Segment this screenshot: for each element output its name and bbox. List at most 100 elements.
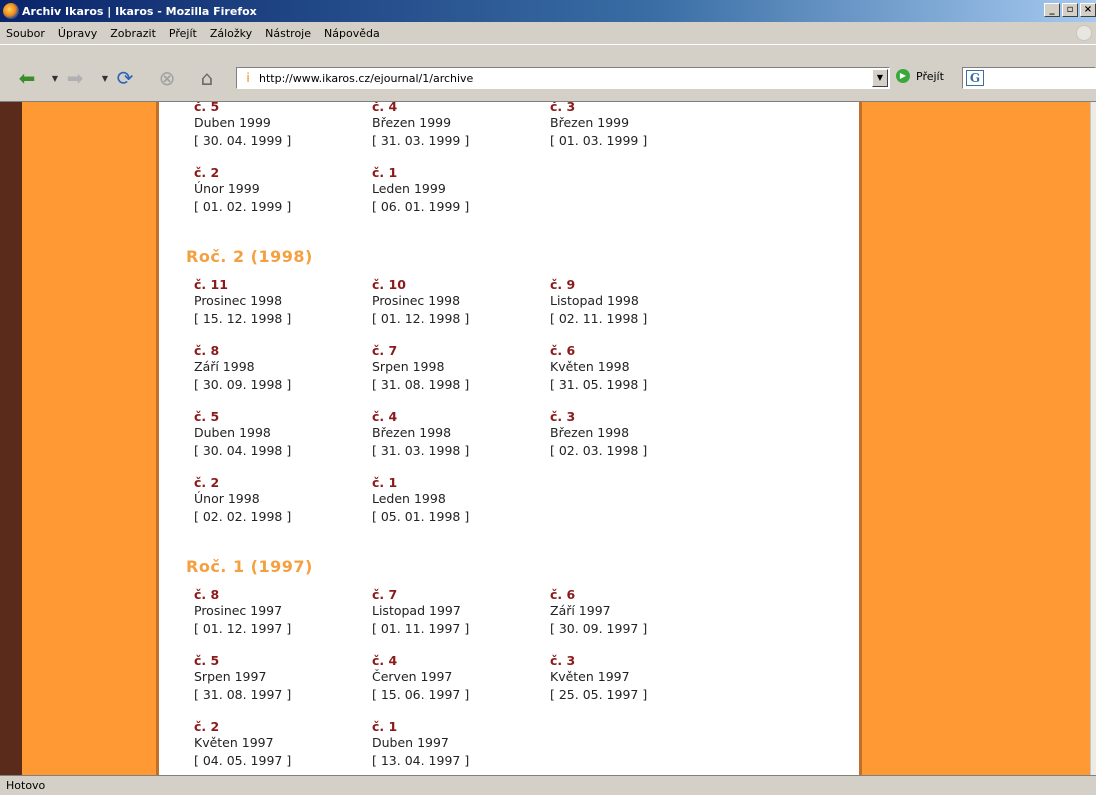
back-arrow-icon[interactable]: ⬅ [14,65,40,91]
issue-entry: č. 8 Září 1998 [ 30. 09. 1998 ] [194,344,291,394]
close-button[interactable]: × [1080,3,1096,17]
left-border [0,102,22,775]
google-search-icon[interactable]: G [966,70,984,86]
issue-month: Červen 1997 [372,669,453,684]
issue-entry: č. 5 Duben 1999 [ 30. 04. 1999 ] [194,102,291,150]
issue-entry: č. 3 Květen 1997 [ 25. 05. 1997 ] [550,654,647,704]
issue-entry: č. 4 Březen 1998 [ 31. 03. 1998 ] [372,410,469,460]
go-button[interactable]: ▶ Přejít [896,69,944,83]
issue-month: Květen 1997 [194,735,274,750]
stop-icon[interactable]: ⊗ [154,65,180,91]
status-bar: Hotovo [0,775,1096,795]
issue-link[interactable]: č. 3 [550,654,647,668]
issue-date: [ 13. 04. 1997 ] [372,753,470,768]
issue-date: [ 31. 03. 1998 ] [372,443,470,458]
search-box[interactable]: G [962,67,1096,89]
maximize-button[interactable]: ▫ [1062,3,1078,17]
issue-link[interactable]: č. 4 [372,102,469,114]
window-title: Archiv Ikaros | Ikaros - Mozilla Firefox [22,4,257,18]
issue-link[interactable]: č. 5 [194,102,291,114]
issue-entry: č. 2 Únor 1998 [ 02. 02. 1998 ] [194,476,291,526]
issue-link[interactable]: č. 8 [194,344,291,358]
menu-soubor[interactable]: Soubor [6,27,45,40]
issue-entry: č. 10 Prosinec 1998 [ 01. 12. 1998 ] [372,278,469,328]
issue-link[interactable]: č. 1 [372,720,469,734]
issue-link[interactable]: č. 2 [194,476,291,490]
issue-month: Březen 1999 [550,115,630,130]
issue-entry: č. 1 Leden 1998 [ 05. 01. 1998 ] [372,476,469,526]
issue-link[interactable]: č. 1 [372,476,469,490]
issue-date: [ 30. 04. 1999 ] [194,133,292,148]
menu-zalozky[interactable]: Záložky [210,27,252,40]
issue-link[interactable]: č. 5 [194,654,291,668]
forward-arrow-icon[interactable]: ➡ [62,65,88,91]
issue-entry: č. 1 Leden 1999 [ 06. 01. 1999 ] [372,166,469,216]
window-titlebar: Archiv Ikaros | Ikaros - Mozilla Firefox… [0,0,1096,22]
menu-napoveda[interactable]: Nápověda [324,27,380,40]
menu-zobrazit[interactable]: Zobrazit [110,27,156,40]
issue-month: Květen 1997 [550,669,630,684]
issue-link[interactable]: č. 5 [194,410,291,424]
issue-month: Prosinec 1998 [194,293,283,308]
page-viewport: č. 5 Duben 1999[ 30. 04. 1999 ] č. 4 Březen… [0,102,1096,775]
status-text: Hotovo [6,779,46,792]
issue-link[interactable]: č. 2 [194,166,291,180]
home-icon[interactable]: ⌂ [194,65,220,91]
vertical-scrollbar[interactable] [1090,102,1096,775]
issue-entry: č. 2 Únor 1999 [ 01. 02. 1999 ] [194,166,291,216]
issue-entry: č. 4 Březen 1999 [ 31. 03. 1999 ] [372,102,469,150]
issue-link[interactable]: č. 4 [372,410,469,424]
issue-month: Září 1998 [194,359,255,374]
address-bar[interactable]: i http://www.ikaros.cz/ejournal/1/archiv… [236,67,890,89]
issue-entry: č. 6 Září 1997 [ 30. 09. 1997 ] [550,588,647,638]
address-url: http://www.ikaros.cz/ejournal/1/archive [259,71,474,85]
menu-prejit[interactable]: Přejít [169,27,197,40]
menu-upravy[interactable]: Úpravy [58,27,97,40]
issue-entry: č. 3 Březen 1999 [ 01. 03. 1999 ] [550,102,647,150]
issue-date: [ 15. 06. 1997 ] [372,687,470,702]
issue-month: Duben 1998 [194,425,271,440]
issue-date: [ 01. 12. 1997 ] [194,621,292,636]
issue-date: [ 02. 03. 1998 ] [550,443,648,458]
issue-link[interactable]: č. 2 [194,720,291,734]
issue-link[interactable]: č. 7 [372,344,469,358]
issue-date: [ 15. 12. 1998 ] [194,311,292,326]
issue-entry: č. 1 Duben 1997 [ 13. 04. 1997 ] [372,720,469,770]
issue-month: Listopad 1997 [372,603,461,618]
issue-link[interactable]: č. 7 [372,588,469,602]
issue-month: Duben 1997 [372,735,449,750]
issue-entry: č. 8 Prosinec 1997 [ 01. 12. 1997 ] [194,588,291,638]
menu-nastroje[interactable]: Nástroje [265,27,311,40]
issue-date: [ 31. 05. 1998 ] [550,377,648,392]
issue-month: Leden 1998 [372,491,446,506]
go-label: Přejít [916,69,944,83]
issue-entry: č. 3 Březen 1998 [ 02. 03. 1998 ] [550,410,647,460]
issue-date: [ 25. 05. 1997 ] [550,687,648,702]
issue-link[interactable]: č. 3 [550,102,647,114]
minimize-button[interactable]: _ [1044,3,1060,17]
issue-month: Prosinec 1997 [194,603,283,618]
issue-month: Březen 1998 [550,425,630,440]
issue-link[interactable]: č. 10 [372,278,469,292]
issue-link[interactable]: č. 1 [372,166,469,180]
issue-link[interactable]: č. 3 [550,410,647,424]
issue-date: [ 30. 04. 1998 ] [194,443,292,458]
issue-month: Srpen 1998 [372,359,445,374]
issue-link[interactable]: č. 6 [550,344,647,358]
address-dropdown-icon[interactable]: ▼ [872,69,888,87]
reload-icon[interactable]: ⟳ [112,65,138,91]
issue-entry: č. 11 Prosinec 1998 [ 15. 12. 1998 ] [194,278,291,328]
issue-link[interactable]: č. 4 [372,654,469,668]
issue-date: [ 31. 03. 1999 ] [372,133,470,148]
issue-month: Prosinec 1998 [372,293,461,308]
issue-date: [ 05. 01. 1998 ] [372,509,470,524]
issue-date: [ 04. 05. 1997 ] [194,753,292,768]
issue-month: Únor 1999 [194,181,260,196]
issue-date: [ 31. 08. 1998 ] [372,377,470,392]
issue-link[interactable]: č. 11 [194,278,291,292]
issue-link[interactable]: č. 8 [194,588,291,602]
issue-link[interactable]: č. 6 [550,588,647,602]
issue-entry: č. 5 Duben 1998 [ 30. 04. 1998 ] [194,410,291,460]
issue-link[interactable]: č. 9 [550,278,647,292]
issue-month: Březen 1999 [372,115,452,130]
